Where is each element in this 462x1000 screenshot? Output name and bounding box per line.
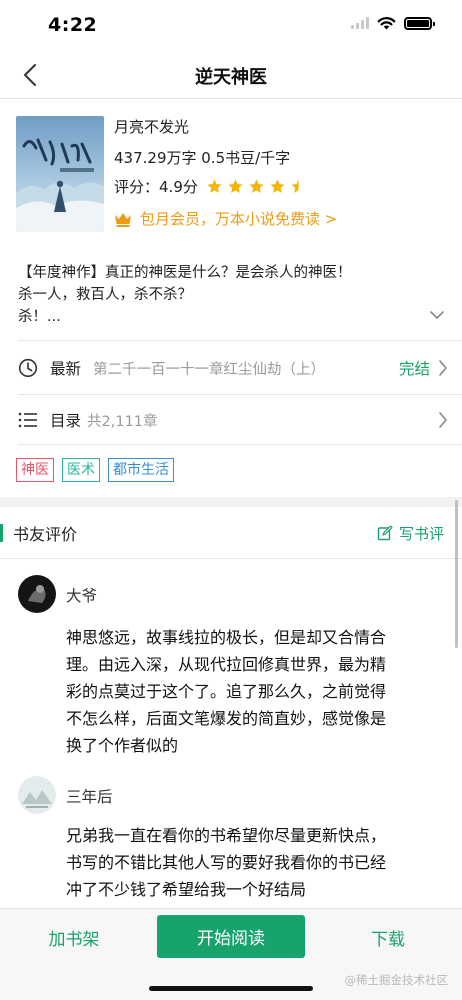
- chapter-count: 共2,111章: [87, 413, 158, 430]
- crown-icon: [115, 212, 131, 227]
- divider: [18, 340, 462, 341]
- chevron-right-icon: [439, 360, 447, 376]
- avatar[interactable]: [18, 776, 56, 814]
- home-indicator[interactable]: [149, 986, 313, 991]
- watermark: @稀土掘金技术社区: [344, 973, 449, 987]
- battery-icon: [404, 16, 435, 30]
- tag-shenyi[interactable]: 神医: [16, 458, 54, 482]
- synopsis-line: 【年度神作】真正的神医是什么？是会杀人的神医！: [18, 265, 352, 281]
- divider: [18, 444, 462, 445]
- rating-row: 评分： 4.9分: [114, 176, 307, 197]
- latest-chapter-row[interactable]: 最新 第二千一百一十一章红尘仙劫（上） 完结: [18, 352, 448, 384]
- avatar-image: [18, 776, 56, 814]
- start-reading-label: 开始阅读: [197, 929, 265, 949]
- reviews-header: 书友评价 写书评: [0, 508, 462, 558]
- avatar-image: [18, 575, 56, 613]
- review-text: 神思悠远，故事线拉的极长，但是却又合情合 理。由远入深，从现代拉回修真世界，最为…: [66, 624, 386, 759]
- book-cover-art: [16, 116, 104, 232]
- book-cover[interactable]: [16, 116, 104, 232]
- section-accent-bar: [0, 524, 3, 542]
- reviewer-name: 大爷: [66, 587, 98, 605]
- completion-status: 完结: [398, 360, 430, 378]
- edit-icon: [377, 525, 393, 541]
- latest-label: 最新: [50, 360, 82, 378]
- wifi-icon: [377, 17, 396, 30]
- divider: [0, 558, 462, 559]
- toc-label: 目录: [50, 412, 82, 430]
- review-line: 兄弟我一直在看你的书希望你尽量更新快点，: [66, 826, 387, 845]
- star-icon: [249, 179, 264, 193]
- scrollbar[interactable]: [455, 500, 458, 648]
- status-icons: [351, 16, 435, 30]
- expand-chevron-icon[interactable]: [428, 306, 446, 324]
- book-author[interactable]: 月亮不发光: [114, 116, 189, 137]
- half-star-icon: [291, 179, 299, 193]
- rating-label: 评分：: [114, 178, 160, 196]
- avatar[interactable]: [18, 575, 56, 613]
- vip-promo-link[interactable]: 包月会员，万本小说免费读 >: [114, 208, 337, 229]
- chevron-right-icon: [439, 412, 447, 428]
- vip-promo-text: 包月会员，万本小说免费读 >: [140, 210, 338, 228]
- star-icon: [228, 179, 243, 193]
- synopsis-line: 杀一人，救百人，杀不杀？: [18, 287, 192, 303]
- review-line: 彩的点莫过于这个了。追了那么久，之前觉得: [66, 682, 387, 701]
- clock-icon: [18, 358, 38, 378]
- download-button[interactable]: 下载: [348, 925, 428, 950]
- review-text: 兄弟我一直在看你的书希望你尽量更新快点， 书写的不错比其他人写的要好我看你的书已…: [66, 822, 386, 903]
- book-tags: 神医 医术 都市生活: [16, 458, 174, 482]
- table-of-contents-row[interactable]: 目录 共2,111章: [18, 404, 448, 436]
- review-line: 换了个作者似的: [66, 736, 179, 755]
- review-line: 神思悠远，故事线拉的极长，但是却又合情合: [66, 628, 387, 647]
- write-review-button[interactable]: 写书评: [377, 523, 444, 544]
- tag-yishu[interactable]: 医术: [62, 458, 100, 482]
- review-line: 理。由远入深，从现代拉回修真世界，最为精: [66, 655, 387, 674]
- rating-value: 4.9分: [159, 178, 198, 196]
- star-icon: [207, 179, 222, 193]
- reviewer-name: 三年后: [66, 788, 113, 806]
- status-time: 4:22: [48, 14, 98, 36]
- review-line: 书写的不错比其他人写的要好我看你的书已经: [66, 853, 387, 872]
- divider: [18, 394, 462, 395]
- cellular-signal-icon: [351, 17, 369, 29]
- list-icon: [18, 412, 37, 428]
- add-to-shelf-button[interactable]: 加书架: [34, 925, 114, 950]
- synopsis-line: 杀！...: [18, 309, 61, 325]
- latest-chapter-title: 第二千一百一十一章红尘仙劫（上）: [93, 361, 326, 378]
- page-title: 逆天神医: [195, 67, 267, 88]
- star-icon: [270, 179, 285, 193]
- review-line: 不怎么样，后面文笔爆发的简直妙，感觉像是: [66, 709, 387, 728]
- nav-divider: [0, 98, 462, 99]
- tag-urban-life[interactable]: 都市生活: [108, 458, 174, 482]
- reviews-title: 书友评价: [13, 525, 78, 544]
- start-reading-button[interactable]: 开始阅读: [157, 915, 305, 958]
- book-synopsis[interactable]: 【年度神作】真正的神医是什么？是会杀人的神医！ 杀一人，救百人，杀不杀？ 杀！.…: [18, 262, 428, 328]
- rating-stars: [206, 178, 307, 195]
- review-line: 冲了不少钱了希望给我一个好结局: [66, 880, 307, 899]
- book-meta: 437.29万字 0.5书豆/千字: [114, 149, 291, 167]
- section-separator: [0, 497, 462, 507]
- write-review-label: 写书评: [398, 524, 444, 543]
